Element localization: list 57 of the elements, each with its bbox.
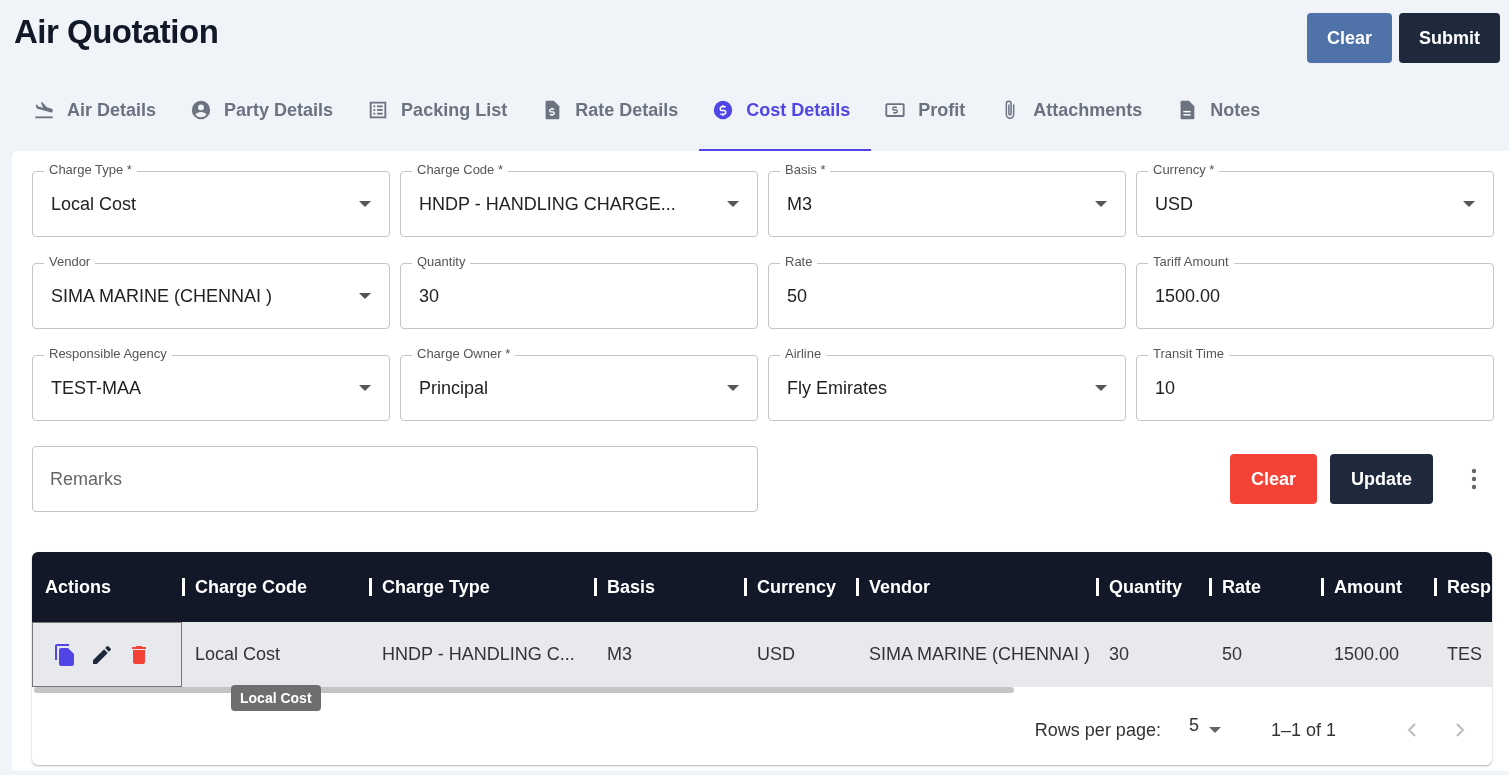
tab[interactable]: Air Details xyxy=(20,75,178,151)
column-header: Rate xyxy=(1222,576,1261,598)
tab[interactable]: Rate Details xyxy=(528,75,700,151)
caret-icon xyxy=(1463,201,1475,207)
caret-icon xyxy=(359,385,371,391)
form-button[interactable]: Update xyxy=(1330,454,1433,504)
field-label: Responsible Agency xyxy=(44,346,172,362)
plane-icon xyxy=(33,99,55,121)
dollar-icon xyxy=(712,99,735,121)
caret-icon xyxy=(1208,727,1221,733)
caret-icon xyxy=(1095,385,1107,391)
caret-icon xyxy=(727,201,739,207)
tab[interactable]: Attachments xyxy=(986,75,1164,151)
copy-icon[interactable] xyxy=(53,642,77,667)
caret-icon xyxy=(359,201,371,207)
tooltip: Local Cost xyxy=(231,685,321,711)
remarks-field[interactable]: Remarks xyxy=(32,446,758,512)
table-cell: M3 xyxy=(607,644,632,665)
column-header: Currency xyxy=(757,576,837,598)
column-header: Amount xyxy=(1334,576,1402,598)
tab[interactable]: Profit xyxy=(871,75,987,151)
table-cell: 50 xyxy=(1222,644,1243,665)
column-header: Basis xyxy=(607,576,656,598)
table-cell: HNDP - HANDLING C... xyxy=(382,644,575,665)
tab[interactable]: Notes xyxy=(1163,75,1282,151)
caret-icon xyxy=(727,385,739,391)
field-label: Currency * xyxy=(1148,162,1220,178)
field-label: Charge Owner * xyxy=(412,346,516,362)
more-icon[interactable] xyxy=(1471,468,1477,490)
column-header: Quantity xyxy=(1109,576,1182,598)
tab[interactable]: Party Details xyxy=(177,75,355,151)
table-cell: USD xyxy=(757,644,795,665)
column-header: Charge Code xyxy=(195,576,308,598)
column-header: Charge Type xyxy=(382,576,490,598)
form-button[interactable]: Clear xyxy=(1229,454,1317,504)
column-header: Resp xyxy=(1447,576,1491,598)
table-cell: SIMA MARINE (CHENNAI ) xyxy=(869,644,1091,665)
column-header: Actions xyxy=(45,576,111,598)
field-label: Charge Type * xyxy=(44,162,137,178)
tab[interactable]: Packing List xyxy=(354,75,529,151)
table-cell: 1500.00 xyxy=(1334,644,1400,665)
column-header: Vendor xyxy=(869,576,930,598)
header-button[interactable]: Submit xyxy=(1399,13,1500,63)
page-title: Air Quotation xyxy=(14,13,219,51)
table-cell: Local Cost xyxy=(195,644,281,665)
page-range: 1–1 of 1 xyxy=(1270,719,1336,741)
caret-icon xyxy=(1095,201,1107,207)
header-button[interactable]: Clear xyxy=(1306,13,1392,63)
rows-per-page-select[interactable]: 5 xyxy=(1188,714,1221,736)
table-cell: TES xyxy=(1447,644,1482,665)
table-cell: 30 xyxy=(1109,644,1130,665)
field-label: Charge Code * xyxy=(412,162,508,178)
scrollbar-thumb[interactable] xyxy=(34,687,1014,693)
person-icon xyxy=(190,99,213,121)
caret-icon xyxy=(359,293,371,299)
field-label: Quantity xyxy=(412,254,471,270)
rows-per-page-label: Rows per page: xyxy=(1034,719,1161,741)
